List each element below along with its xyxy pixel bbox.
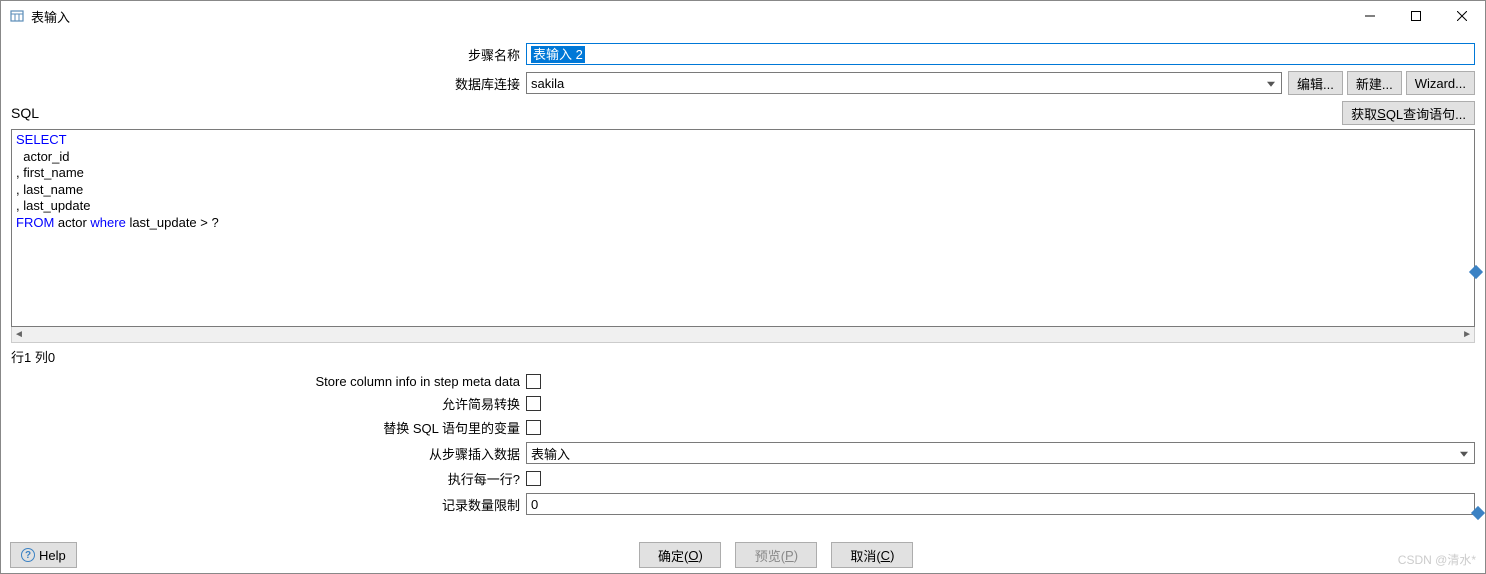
limit-label: 记录数量限制: [11, 495, 526, 514]
cancel-button[interactable]: 取消(C): [831, 542, 913, 568]
scroll-left-icon: ◄: [14, 329, 24, 340]
lazy-conversion-checkbox[interactable]: [526, 396, 541, 411]
insert-from-step-select[interactable]: 表输入: [526, 442, 1475, 464]
maximize-button[interactable]: [1393, 1, 1439, 31]
sql-label: SQL: [11, 105, 39, 121]
watermark: CSDN @清水*: [1398, 551, 1476, 568]
get-sql-button[interactable]: 获取SQL查询语句...: [1342, 101, 1475, 125]
window-title: 表输入: [31, 7, 1347, 26]
close-button[interactable]: [1439, 1, 1485, 31]
connection-select[interactable]: sakila: [526, 72, 1282, 94]
help-icon: ?: [21, 548, 35, 562]
step-name-label: 步骤名称: [11, 45, 526, 64]
sql-cursor-status: 行1 列0: [11, 343, 1475, 374]
sql-horizontal-scrollbar[interactable]: ◄ ►: [11, 327, 1475, 343]
help-button[interactable]: ? Help: [10, 542, 77, 568]
minimize-button[interactable]: [1347, 1, 1393, 31]
execute-each-row-checkbox[interactable]: [526, 471, 541, 486]
replace-vars-label: 替换 SQL 语句里的变量: [11, 418, 526, 437]
window-controls: [1347, 1, 1485, 31]
ok-button[interactable]: 确定(O): [639, 542, 721, 568]
step-name-input[interactable]: 表输入 2: [526, 43, 1475, 65]
limit-input[interactable]: [526, 493, 1475, 515]
store-meta-label: Store column info in step meta data: [11, 374, 526, 389]
execute-each-row-label: 执行每一行?: [11, 469, 526, 488]
scroll-right-icon: ►: [1462, 329, 1472, 340]
insert-from-step-label: 从步骤插入数据: [11, 444, 526, 463]
sql-editor[interactable]: SELECT actor_id , first_name , last_name…: [11, 129, 1475, 327]
new-connection-button[interactable]: 新建...: [1347, 71, 1402, 95]
app-icon: [9, 8, 25, 24]
connection-label: 数据库连接: [11, 74, 526, 93]
window-titlebar: 表输入: [1, 1, 1485, 31]
edit-connection-button[interactable]: 编辑...: [1288, 71, 1343, 95]
wizard-button[interactable]: Wizard...: [1406, 71, 1475, 95]
lazy-conversion-label: 允许简易转换: [11, 394, 526, 413]
replace-vars-checkbox[interactable]: [526, 420, 541, 435]
store-meta-checkbox[interactable]: [526, 374, 541, 389]
preview-button[interactable]: 预览(P): [735, 542, 817, 568]
